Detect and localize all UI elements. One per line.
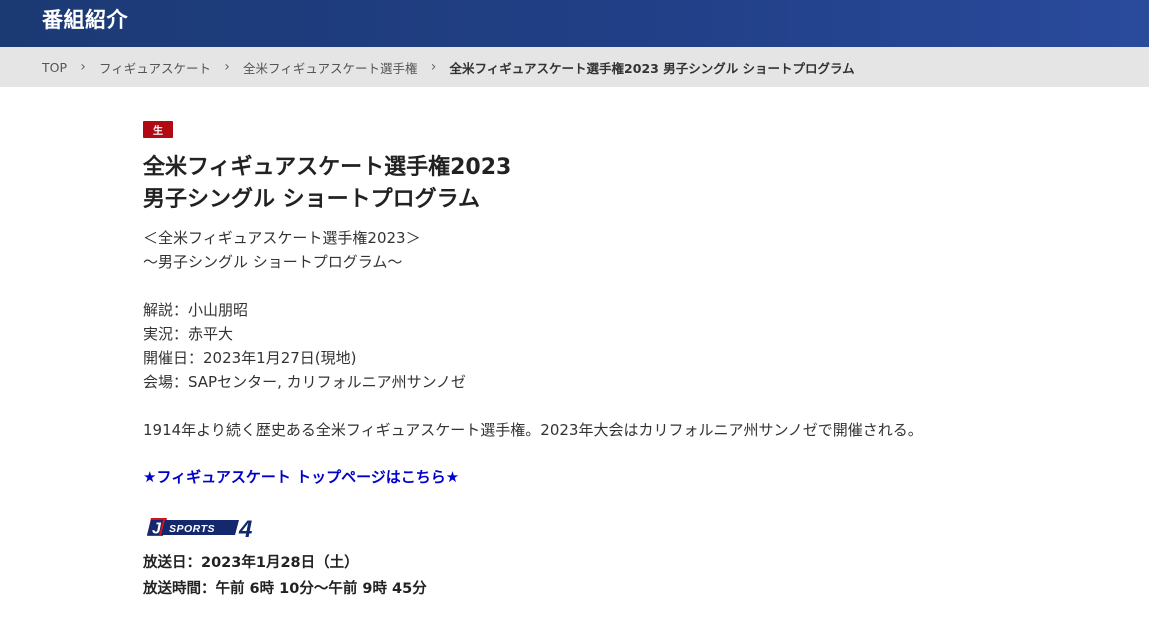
venue-text: 会場：SAPセンター, カリフォルニア州サンノゼ — [143, 373, 466, 391]
event-date-text: 開催日：2023年1月27日(現地) — [143, 349, 357, 367]
breadcrumb: TOP › フィギュアスケート › 全米フィギュアスケート選手権 › 全米フィギ… — [0, 47, 1149, 87]
live-badge: 生 — [143, 121, 173, 138]
chevron-right-icon: › — [430, 59, 437, 75]
breadcrumb-us-championships[interactable]: 全米フィギュアスケート選手権 — [243, 58, 418, 77]
figure-skating-top-link[interactable]: ★フィギュアスケート トップページはこちら★ — [143, 466, 459, 487]
broadcast-info: 放送日：2023年1月28日（土） 放送時間：午前 6時 10分～午前 9時 4… — [143, 550, 1149, 602]
breadcrumb-top[interactable]: TOP — [42, 60, 67, 75]
broadcast-date: 放送日：2023年1月28日（土） — [143, 555, 359, 571]
page-title: 番組紹介 — [42, 7, 128, 32]
subtitle-line1: ＜全米フィギュアスケート選手権2023＞ — [143, 229, 421, 247]
program-title: 全米フィギュアスケート選手権2023 男子シングル ショートプログラム — [143, 152, 1149, 216]
program-credits: 解説：小山朋昭 実況：赤平大 開催日：2023年1月27日(現地) 会場：SAP… — [143, 298, 1149, 394]
program-detail: 生 全米フィギュアスケート選手権2023 男子シングル ショートプログラム ＜全… — [0, 87, 1149, 602]
broadcast-time: 放送時間：午前 6時 10分～午前 9時 45分 — [143, 581, 427, 597]
commentary-text: 解説：小山朋昭 — [143, 301, 249, 319]
chevron-right-icon: › — [80, 59, 86, 75]
jsports4-logo: J SPORTS 4 — [143, 514, 1149, 540]
program-description: 1914年より続く歴史ある全米フィギュアスケート選手権。2023年大会はカリフォ… — [143, 421, 923, 439]
breadcrumb-current: 全米フィギュアスケート選手権2023 男子シングル ショートプログラム — [449, 60, 855, 76]
channel-name: SPORTS — [169, 523, 215, 535]
chevron-right-icon: › — [224, 59, 230, 75]
channel-number: 4 — [238, 516, 252, 540]
program-title-line1: 全米フィギュアスケート選手権2023 — [143, 155, 512, 180]
page-header: 番組紹介 — [0, 0, 1149, 47]
breadcrumb-figure-skating[interactable]: フィギュアスケート — [99, 58, 211, 77]
announcer-text: 実況：赤平大 — [143, 325, 234, 343]
subtitle-line2: ～男子シングル ショートプログラム～ — [143, 253, 403, 271]
jsports4-logo-icon: J SPORTS 4 — [147, 516, 252, 540]
channel-letter: J — [152, 521, 162, 538]
program-subtitle: ＜全米フィギュアスケート選手権2023＞ ～男子シングル ショートプログラム～ — [143, 226, 1149, 274]
program-title-line2: 男子シングル ショートプログラム — [143, 187, 481, 212]
